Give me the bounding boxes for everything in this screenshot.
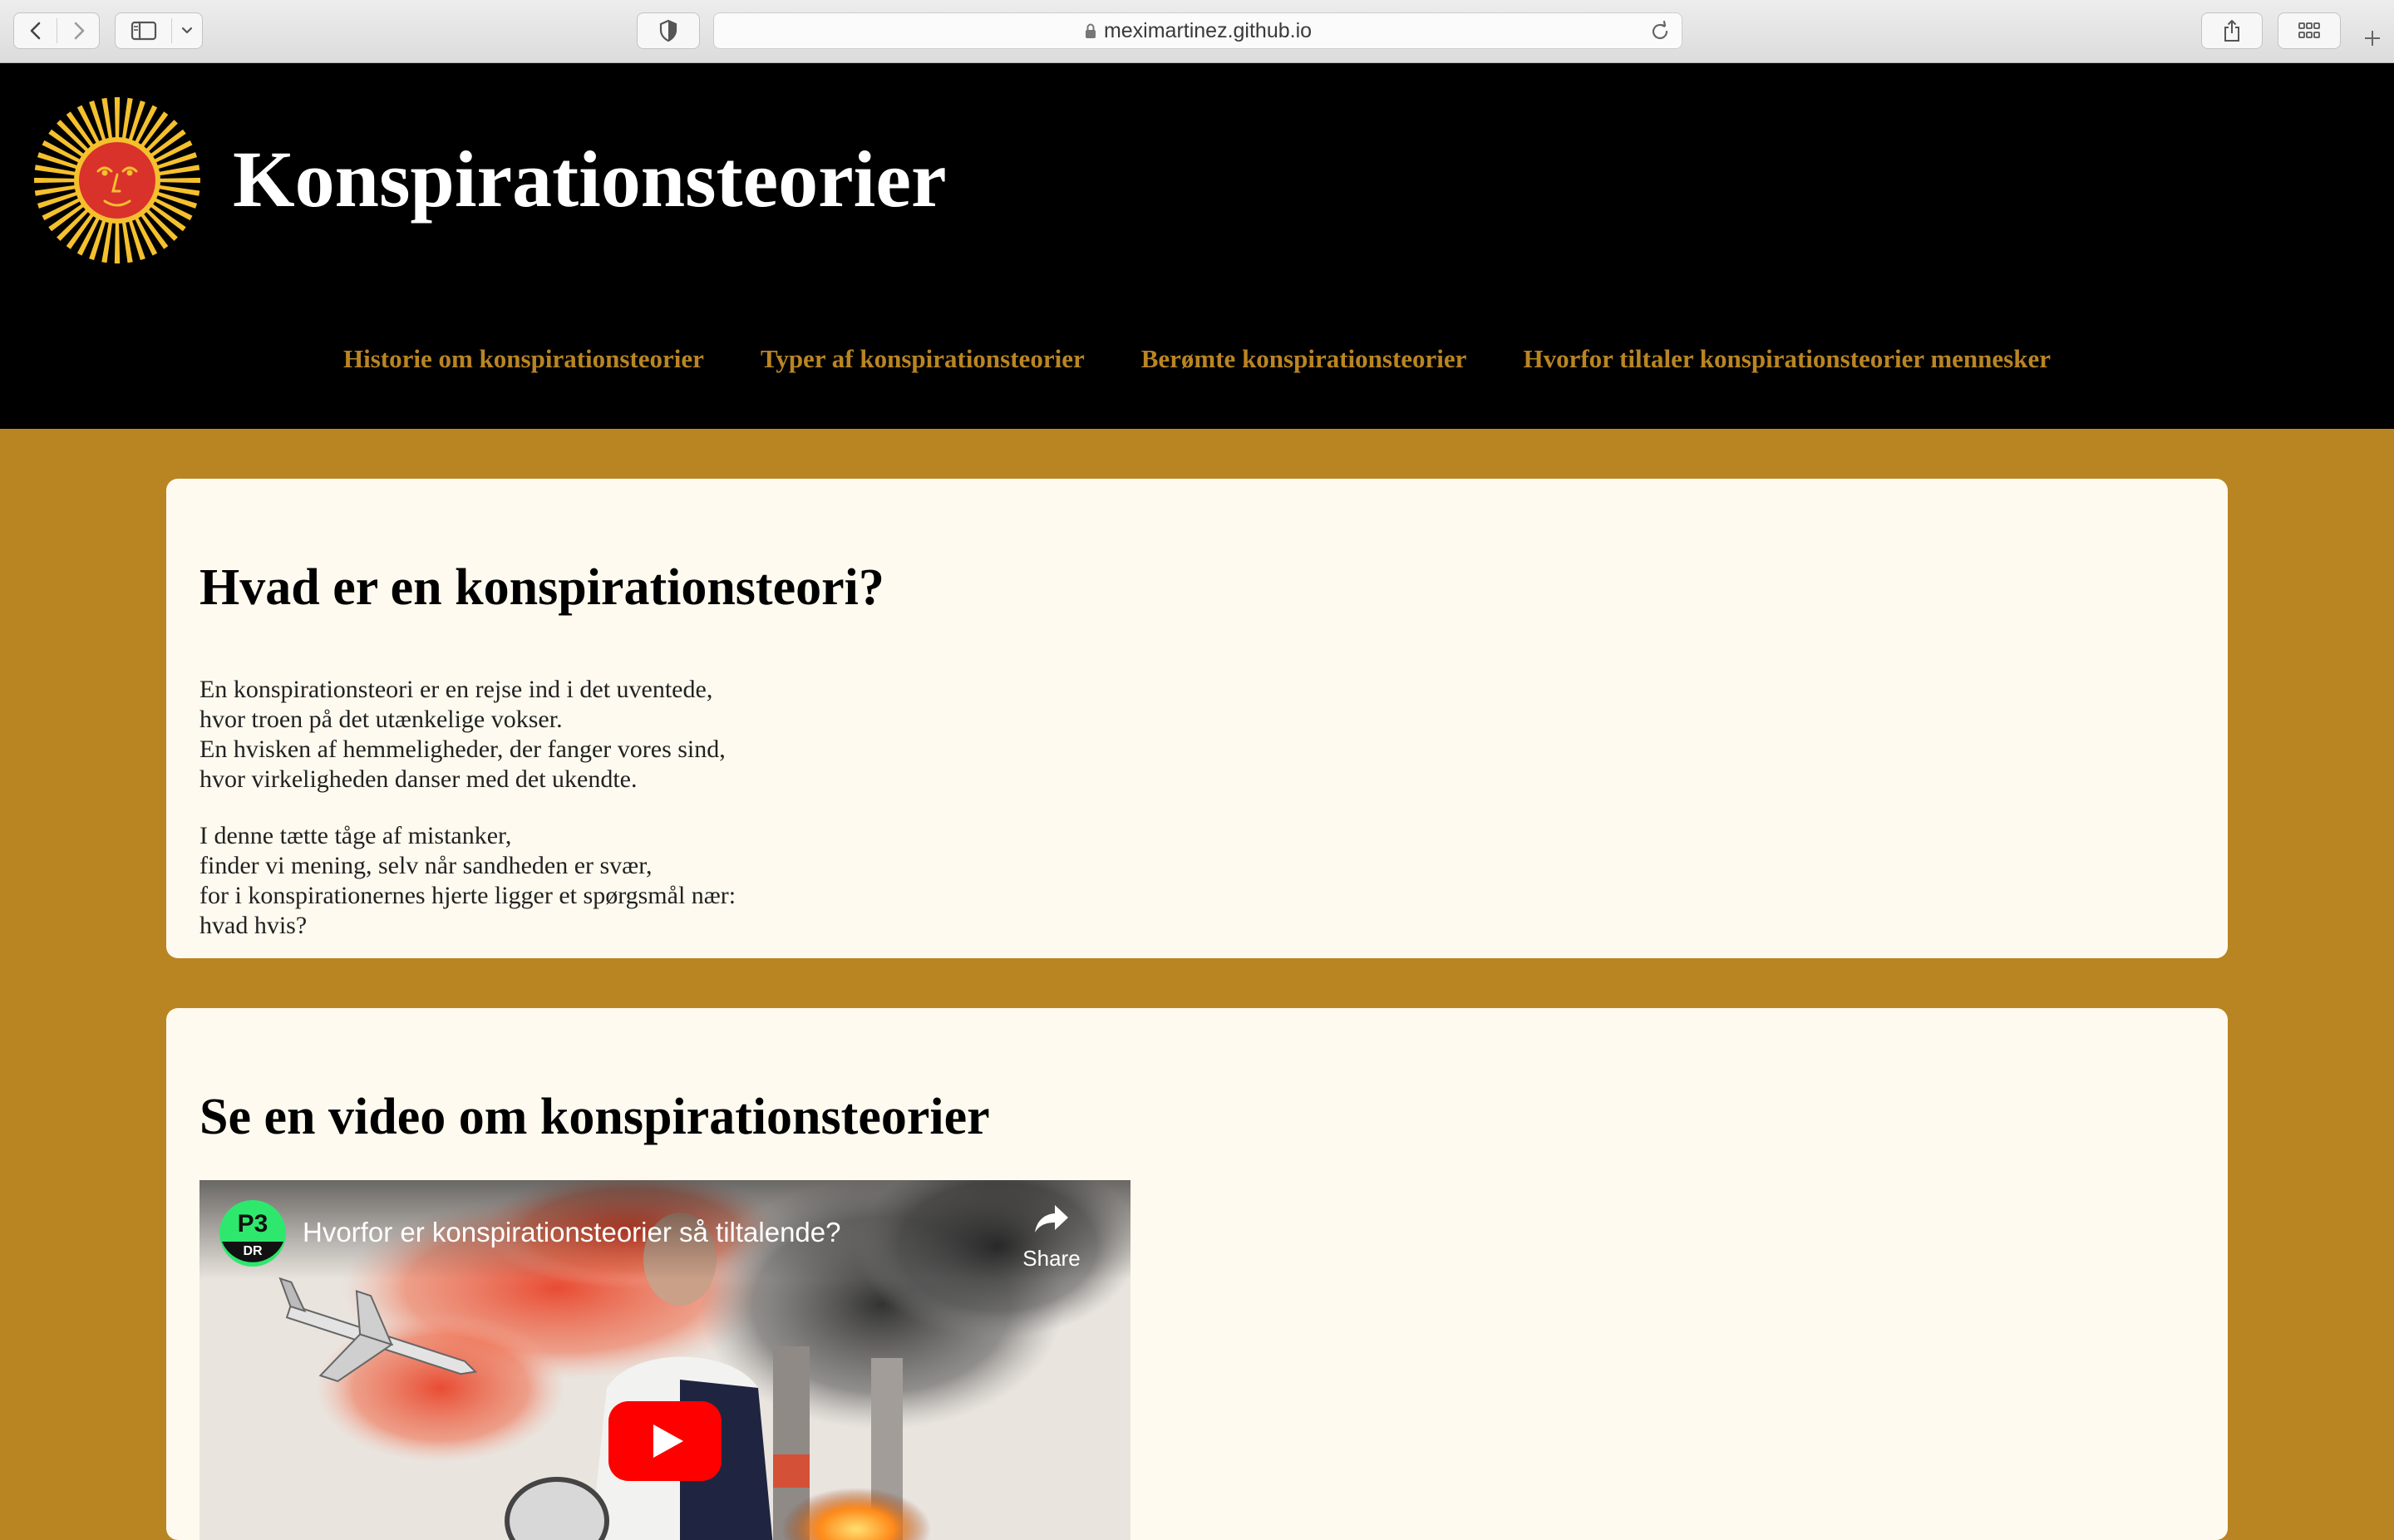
new-tab-button[interactable] [2357,23,2387,53]
poem-line: hvor virkeligheden danser med det ukendt… [200,765,638,793]
browser-toolbar: meximartinez.github.io [0,0,2394,63]
nav-link-typer[interactable]: Typer af konspirationsteorier [761,346,1085,371]
intro-card: Hvad er en konspirationsteori? En konspi… [166,479,2228,958]
chevron-right-icon [74,22,84,40]
nav-link-hvorfor[interactable]: Hvorfor tiltaler konspirationsteorier me… [1523,346,2051,371]
sidebar-toggle-button[interactable] [116,13,171,48]
sidebar-group [115,12,203,49]
share-button[interactable] [2201,12,2263,49]
poem-stanza-1: En konspirationsteori er en rejse ind i … [200,675,1197,795]
share-arrow-icon [1035,1205,1068,1232]
video-card: Se en video om konspirationsteorier P3 D… [166,1008,2228,1540]
poem-stanza-2: I denne tætte tåge af mistanker, finder … [200,821,1197,941]
forward-button[interactable] [57,13,100,48]
url-text: meximartinez.github.io [1103,18,1313,42]
address-bar[interactable]: meximartinez.github.io [713,12,1682,49]
nav-link-beroemte[interactable]: Berømte konspirationsteorier [1141,346,1467,371]
poem-line: En konspirationsteori er en rejse ind i … [200,676,713,703]
share-icon [2224,20,2239,42]
main-nav: Historie om konspirationsteorier Typer a… [0,346,2394,371]
back-button[interactable] [14,13,57,48]
poem-line: finder vi mening, selv når sandheden er … [200,852,653,879]
sidebar-menu-button[interactable] [172,13,202,48]
intro-heading: Hvad er en konspirationsteori? [200,559,884,616]
poem-line: En hvisken af hemmeligheder, der fanger … [200,736,726,763]
poem-line: I denne tætte tåge af mistanker, [200,822,512,849]
tab-overview-button[interactable] [2278,12,2341,49]
nav-link-historie[interactable]: Historie om konspirationsteorier [343,346,704,371]
chevron-down-icon [181,27,193,34]
video-heading: Se en video om konspirationsteorier [200,1089,990,1145]
chevron-left-icon [30,22,40,40]
video-share-button[interactable]: Share [1014,1203,1089,1272]
reload-icon[interactable] [1648,20,1672,43]
lock-icon [1085,23,1096,38]
video-player[interactable]: P3 DR Hvorfor er konspirationsteorier så… [200,1180,1130,1540]
sidebar-icon [131,21,156,41]
privacy-report-button[interactable] [637,12,700,49]
shield-icon [659,19,677,42]
channel-avatar[interactable]: P3 DR [219,1200,286,1267]
history-nav-group [13,12,100,49]
svg-text:P3: P3 [238,1210,268,1237]
sun-logo-icon [34,97,200,263]
site-title: Konspirationsteorier [233,135,947,224]
plus-icon [2365,31,2380,46]
video-title[interactable]: Hvorfor er konspirationsteorier så tilta… [303,1217,840,1248]
poem-line: for i konspirationernes hjerte ligger et… [200,882,736,909]
play-button-icon[interactable] [608,1401,722,1481]
video-share-label: Share [1022,1246,1081,1271]
poem-line: hvad hvis? [200,912,308,939]
site-header: Konspirationsteorier Historie om konspir… [0,63,2394,429]
grid-icon [2298,22,2320,38]
poem-line: hvor troen på det utænkelige vokser. [200,706,563,733]
svg-text:DR: DR [243,1244,263,1258]
